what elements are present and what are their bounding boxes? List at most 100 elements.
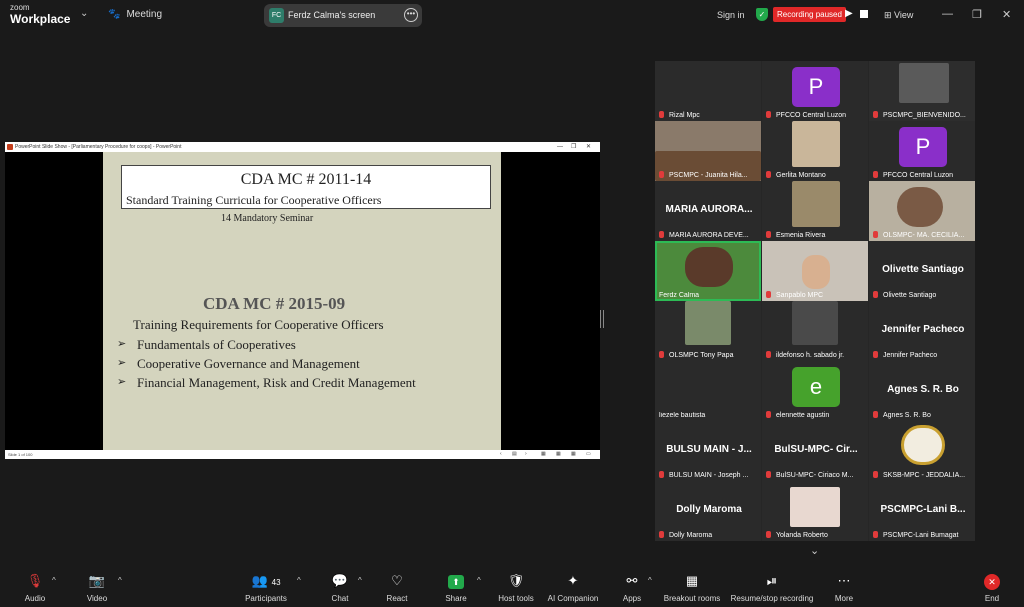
participant-tile[interactable]: Esmenia Rivera	[762, 181, 868, 241]
participants-options-caret[interactable]: ^	[297, 576, 301, 585]
participant-tile[interactable]: BulSU-MPC- Cir... BulSU-MPC- Ciriaco M..…	[762, 421, 868, 481]
participant-gallery: Rizal Mpc P PFCCO Central Luzon PSCMPC_B…	[655, 61, 975, 541]
participant-tile[interactable]: liezele bautista	[655, 361, 761, 421]
security-shield-icon[interactable]: ✓	[756, 8, 768, 21]
participant-name: Yolanda Roberto	[776, 532, 828, 539]
ai-companion-label: AI Companion	[547, 594, 599, 603]
participant-display-name: Dolly Maroma	[676, 504, 742, 515]
apps-button[interactable]: ⚯ Apps	[618, 572, 646, 603]
slideshow-icon[interactable]: ▭	[586, 450, 591, 459]
participant-tile[interactable]: P PFCCO Central Luzon	[762, 61, 868, 121]
stop-recording-icon[interactable]	[860, 10, 868, 18]
screen-share-indicator[interactable]: FC Ferdz Calma's screen •••	[264, 4, 422, 27]
chevron-down-icon[interactable]: ⌄	[80, 8, 88, 19]
participant-tile[interactable]: Gerlita Montano	[762, 121, 868, 181]
participant-tile-active-speaker[interactable]: Ferdz Calma	[655, 241, 761, 301]
react-button[interactable]: ♡ React	[383, 572, 411, 603]
participant-name: SKSB-MPC - JEDDALIA...	[883, 472, 966, 479]
more-options-icon[interactable]: •••	[404, 8, 418, 22]
participant-name: Olivette Santiago	[883, 292, 937, 299]
participant-tile[interactable]: Dolly Maroma Dolly Maroma	[655, 481, 761, 541]
participant-display-name: PSCMPC-Lani B...	[880, 504, 966, 515]
chat-label: Chat	[331, 594, 349, 603]
participants-label: Participants	[245, 594, 287, 603]
participant-name: Dolly Maroma	[669, 532, 713, 539]
share-options-caret[interactable]: ^	[477, 576, 481, 585]
participant-name: Ferdz Calma	[659, 292, 700, 299]
host-tools-button[interactable]: 🛡 Host tools	[496, 572, 536, 603]
participant-tile[interactable]: PSCMPC - Juanita Hila...	[655, 121, 761, 181]
participant-name: Gerlita Montano	[776, 172, 826, 179]
participant-tile[interactable]: MARIA AURORA... MARIA AURORA DEVE...	[655, 181, 761, 241]
pp-close-icon[interactable]: ✕	[586, 142, 591, 152]
slide-counter: Slide 1 of 100	[8, 452, 33, 457]
video-feed	[792, 301, 838, 345]
more-button[interactable]: ⋯ More	[830, 572, 858, 603]
participant-tile[interactable]: SKSB-MPC - JEDDALIA...	[869, 421, 975, 481]
presenter-avatar: FC	[269, 8, 284, 23]
view-menu-button[interactable]: ⊞ View	[884, 10, 913, 21]
audio-button[interactable]: 🎙 Audio	[20, 572, 50, 603]
apps-options-caret[interactable]: ^	[648, 576, 652, 585]
participant-tile[interactable]: Sanpablo MPC	[762, 241, 868, 301]
participant-tile[interactable]: BULSU MAIN - J... BULSU MAIN - Joseph ..…	[655, 421, 761, 481]
participant-tile[interactable]: ildefonso h. sabado jr.	[762, 301, 868, 361]
video-feed	[792, 121, 840, 167]
gallery-scroll-down-icon[interactable]: ⌄	[810, 544, 819, 557]
restore-icon[interactable]: ❐	[972, 8, 982, 21]
notes-icon[interactable]: ▤	[512, 450, 517, 459]
breakout-rooms-button[interactable]: ▦ Breakout rooms	[662, 572, 722, 603]
participant-tile[interactable]: Olivette Santiago Olivette Santiago	[869, 241, 975, 301]
meeting-info-button[interactable]: 🐾 Meeting	[108, 9, 162, 20]
host-tools-label: Host tools	[498, 594, 534, 603]
participant-tile[interactable]: PSCMPC_BIENVENIDO...	[869, 61, 975, 121]
pp-minimize-icon[interactable]: —	[557, 142, 563, 152]
video-feed	[792, 181, 840, 227]
next-slide-icon[interactable]: ›	[525, 450, 527, 459]
participant-name-tag: Agnes S. R. Bo	[873, 411, 973, 419]
participant-tile[interactable]: PSCMPC-Lani B... PSCMPC-Lani Bumagat	[869, 481, 975, 541]
share-label: Share	[445, 594, 467, 603]
participant-tile[interactable]: Yolanda Roberto	[762, 481, 868, 541]
recording-control-button[interactable]: ⏯ Resume/stop recording	[728, 572, 816, 603]
splitter-handle[interactable]	[600, 310, 604, 328]
slide-bullet-list: ➢ Fundamentals of Cooperatives ➢ Cooperati…	[117, 335, 417, 392]
resume-recording-icon[interactable]: ▶	[845, 8, 853, 19]
participant-tile[interactable]: Rizal Mpc	[655, 61, 761, 121]
participant-tile[interactable]: OLSMPC Tony Papa	[655, 301, 761, 361]
video-button[interactable]: 📷 Video	[82, 572, 112, 603]
chat-button[interactable]: 💬 Chat	[326, 572, 354, 603]
participant-display-name: BulSU-MPC- Cir...	[774, 444, 858, 455]
video-options-caret[interactable]: ^	[118, 576, 122, 585]
prev-slide-icon[interactable]: ‹	[500, 450, 502, 459]
participant-name: BulSU-MPC- Ciriaco M...	[776, 472, 854, 479]
audio-options-caret[interactable]: ^	[52, 576, 56, 585]
close-icon[interactable]: ✕	[1002, 8, 1011, 21]
participant-name: Rizal Mpc	[669, 112, 700, 119]
ai-companion-button[interactable]: ✦ AI Companion	[546, 572, 600, 603]
participant-tile[interactable]: e elennette agustin	[762, 361, 868, 421]
mic-muted-icon	[873, 111, 878, 118]
sign-in-link[interactable]: Sign in	[717, 10, 745, 20]
mic-muted-icon	[766, 111, 771, 118]
participant-name: liezele bautista	[659, 412, 706, 419]
normal-view-icon[interactable]: ▦	[541, 450, 546, 459]
participant-tile[interactable]: P PFCCO Central Luzon	[869, 121, 975, 181]
share-button[interactable]: ⬆ Share	[442, 572, 470, 603]
participants-button[interactable]: 👥 43 Participants	[243, 572, 289, 603]
chat-options-caret[interactable]: ^	[358, 576, 362, 585]
participant-tile[interactable]: Jennifer Pacheco Jennifer Pacheco	[869, 301, 975, 361]
participant-tile[interactable]: OLSMPC- MA. CECILIA...	[869, 181, 975, 241]
participant-name-tag: Jennifer Pacheco	[873, 351, 973, 359]
reading-view-icon[interactable]: ▦	[571, 450, 576, 459]
powerpoint-title-bar: PowerPoint Slide Show - [Parliamentary P…	[5, 142, 600, 152]
video-label: Video	[86, 594, 108, 603]
slide-sorter-icon[interactable]: ▦	[556, 450, 561, 459]
slide-mandatory: 14 Mandatory Seminar	[221, 213, 314, 224]
mic-muted-icon	[873, 531, 878, 538]
participant-name-tag: Ferdz Calma	[659, 292, 759, 299]
participant-tile[interactable]: Agnes S. R. Bo Agnes S. R. Bo	[869, 361, 975, 421]
minimize-icon[interactable]: —	[942, 8, 953, 20]
end-meeting-button[interactable]: ✕ End	[978, 572, 1006, 603]
pp-restore-icon[interactable]: ❐	[571, 142, 576, 152]
